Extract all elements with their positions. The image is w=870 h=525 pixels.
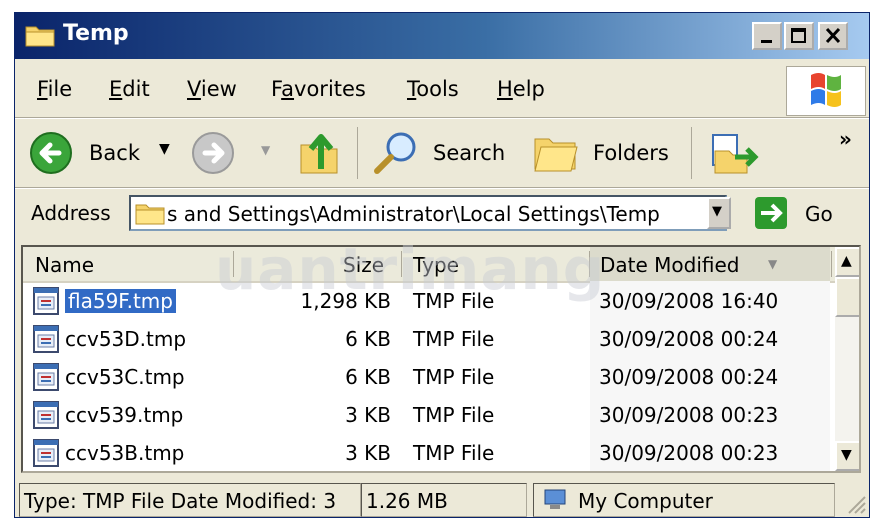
status-zone-panel: My Computer (533, 483, 835, 517)
file-size: 3 KB (345, 403, 391, 427)
file-size: 6 KB (345, 327, 391, 351)
folder-icon (25, 26, 55, 47)
scroll-down-button[interactable]: ▼ (835, 441, 859, 471)
minimize-button[interactable] (752, 22, 782, 50)
folders-button[interactable]: Folders (531, 129, 681, 177)
go-label[interactable]: Go (805, 202, 833, 226)
back-arrow-icon (30, 132, 72, 174)
file-type: TMP File (413, 327, 495, 351)
forward-dropdown-icon[interactable]: ▼ (261, 143, 270, 157)
go-arrow-icon (761, 203, 783, 223)
windows-flag-icon (811, 73, 841, 107)
status-location: My Computer (578, 489, 713, 513)
move-to-icon (712, 134, 759, 174)
tmp-file-icon (33, 325, 59, 353)
file-name: ccv53C.tmp (65, 365, 185, 389)
folders-label: Folders (593, 141, 669, 165)
file-size: 6 KB (345, 365, 391, 389)
file-date-modified: 30/09/2008 00:23 (599, 441, 779, 465)
menu-edit[interactable]: Edit (109, 77, 150, 101)
column-name[interactable]: Name (35, 253, 94, 277)
explorer-window: Temp File Edit View Favorites Tools Help (14, 12, 870, 518)
toolbar: Back ▼ ▼ Search Folders » (15, 119, 869, 187)
my-computer-icon (544, 489, 566, 509)
status-size: 1.26 MB (366, 489, 448, 513)
up-folder-icon (300, 134, 338, 174)
column-divider[interactable] (831, 251, 832, 277)
windows-logo (786, 66, 866, 116)
search-button[interactable]: Search (371, 129, 511, 177)
status-info: Type: TMP File Date Modified: 3 (24, 489, 337, 513)
move-to-button[interactable] (709, 131, 761, 177)
folders-icon (534, 138, 578, 172)
status-bar: Type: TMP File Date Modified: 3 1.26 MB … (15, 479, 869, 517)
file-date-modified: 30/09/2008 16:40 (599, 289, 779, 313)
window-title: Temp (63, 21, 129, 46)
file-row[interactable]: ccv539.tmp 3 KB TMP File 30/09/2008 00:23 (23, 397, 835, 435)
address-field[interactable]: s and Settings\Administrator\Local Setti… (129, 195, 727, 231)
file-name: ccv539.tmp (65, 403, 184, 427)
file-name: ccv53D.tmp (65, 327, 187, 351)
file-type: TMP File (413, 403, 495, 427)
address-dropdown-button[interactable]: ▼ (707, 197, 731, 229)
status-info-panel: Type: TMP File Date Modified: 3 (19, 483, 361, 517)
forward-button[interactable]: ▼ (191, 131, 271, 177)
sort-arrow-icon: ▼ (768, 257, 778, 271)
forward-arrow-icon (192, 132, 234, 174)
tmp-file-icon (33, 287, 59, 315)
file-row[interactable]: ccv53D.tmp 6 KB TMP File 30/09/2008 00:24 (23, 321, 835, 359)
title-bar[interactable]: Temp (15, 13, 869, 59)
search-icon (374, 132, 416, 174)
toolbar-separator (357, 127, 358, 179)
back-button[interactable]: Back ▼ (29, 131, 170, 177)
status-size-panel: 1.26 MB (361, 483, 527, 517)
file-name: fla59F.tmp (64, 288, 177, 314)
address-label: Address (31, 201, 111, 225)
address-value: s and Settings\Administrator\Local Setti… (167, 202, 660, 226)
file-type: TMP File (413, 365, 495, 389)
tmp-file-icon (33, 363, 59, 391)
file-row[interactable]: ccv53C.tmp 6 KB TMP File 30/09/2008 00:24 (23, 359, 835, 397)
file-row[interactable]: ccv53B.tmp 3 KB TMP File 30/09/2008 00:23 (23, 435, 835, 471)
close-button[interactable] (818, 22, 848, 50)
menu-help[interactable]: Help (497, 77, 545, 101)
menu-file[interactable]: File (37, 77, 72, 101)
vertical-scrollbar[interactable]: ▲ ▼ (835, 247, 859, 471)
toolbar-more-button[interactable]: » (839, 127, 852, 151)
column-date-modified: Date Modified (600, 253, 740, 277)
file-size: 3 KB (345, 441, 391, 465)
maximize-icon (791, 28, 806, 43)
menu-view[interactable]: View (187, 77, 237, 101)
scroll-thumb[interactable] (835, 277, 859, 317)
file-name: ccv53B.tmp (65, 441, 185, 465)
close-icon (825, 27, 841, 44)
toolbar-separator (691, 127, 692, 179)
minimize-icon (761, 40, 772, 43)
back-dropdown-icon[interactable]: ▼ (159, 141, 170, 157)
menu-bar: File Edit View Favorites Tools Help (15, 63, 785, 113)
up-folder-button[interactable] (297, 129, 341, 177)
file-date-modified: 30/09/2008 00:23 (599, 403, 779, 427)
go-button[interactable] (755, 197, 787, 229)
back-label: Back (89, 141, 140, 165)
chevron-down-icon: ▼ (712, 204, 722, 219)
tmp-file-icon (33, 439, 59, 467)
chevron-down-icon: ▼ (841, 447, 852, 463)
file-type: TMP File (413, 441, 495, 465)
resize-grip-icon[interactable] (843, 491, 867, 515)
file-date-modified: 30/09/2008 00:24 (599, 365, 779, 389)
tmp-file-icon (33, 401, 59, 429)
scroll-up-button[interactable]: ▲ (835, 247, 859, 277)
watermark: uantrimang (215, 235, 606, 303)
folder-icon (135, 204, 165, 225)
menu-favorites[interactable]: Favorites (271, 77, 366, 101)
maximize-button[interactable] (784, 22, 814, 50)
menu-tools[interactable]: Tools (407, 77, 459, 101)
file-date-modified: 30/09/2008 00:24 (599, 327, 779, 351)
address-bar: Address s and Settings\Administrator\Loc… (15, 189, 869, 239)
search-label: Search (433, 141, 506, 165)
sorted-column-header[interactable]: Date Modified ▼ (590, 247, 830, 281)
chevron-up-icon: ▲ (841, 253, 852, 269)
